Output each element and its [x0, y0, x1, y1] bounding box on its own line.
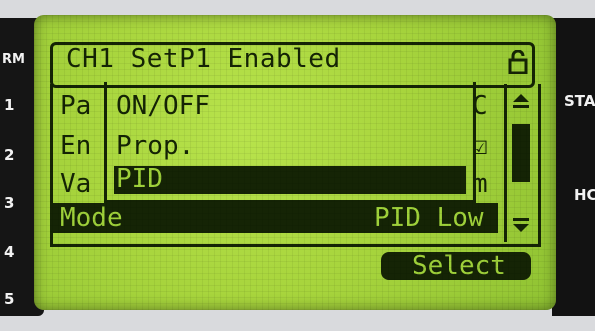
screen-title: CH1 SetP1 Enabled	[66, 44, 341, 74]
scroll-thumb[interactable]	[512, 124, 530, 182]
option-pid[interactable]: PID	[116, 164, 163, 194]
list-item-enabled-label[interactable]: En	[60, 131, 91, 161]
alarm-2-label: 2	[4, 146, 15, 164]
alarm-4-label: 4	[4, 243, 15, 261]
scrollbar[interactable]	[504, 84, 535, 242]
mode-label[interactable]: Mode	[60, 203, 123, 233]
alarm-5-label: 5	[4, 290, 15, 308]
option-on-off[interactable]: ON/OFF	[116, 91, 210, 121]
select-softkey-label: Select	[412, 251, 506, 281]
right-bezel	[552, 18, 595, 316]
status-label: STA	[564, 92, 595, 110]
alarm-1-label: 1	[4, 96, 15, 114]
alarm-3-label: 3	[4, 194, 15, 212]
scroll-down-icon[interactable]	[509, 214, 533, 238]
alarm-header-label: RM	[2, 52, 25, 67]
scroll-up-icon[interactable]	[509, 88, 533, 112]
lock-icon	[508, 50, 528, 74]
hold-label: HC	[574, 186, 595, 204]
mode-value[interactable]: PID Low	[374, 203, 484, 233]
option-pid-highlight	[114, 166, 466, 194]
list-item-parameter-label[interactable]: Pa	[60, 91, 91, 121]
list-item-value-label[interactable]: Va	[60, 169, 91, 199]
option-prop[interactable]: Prop.	[116, 131, 194, 161]
